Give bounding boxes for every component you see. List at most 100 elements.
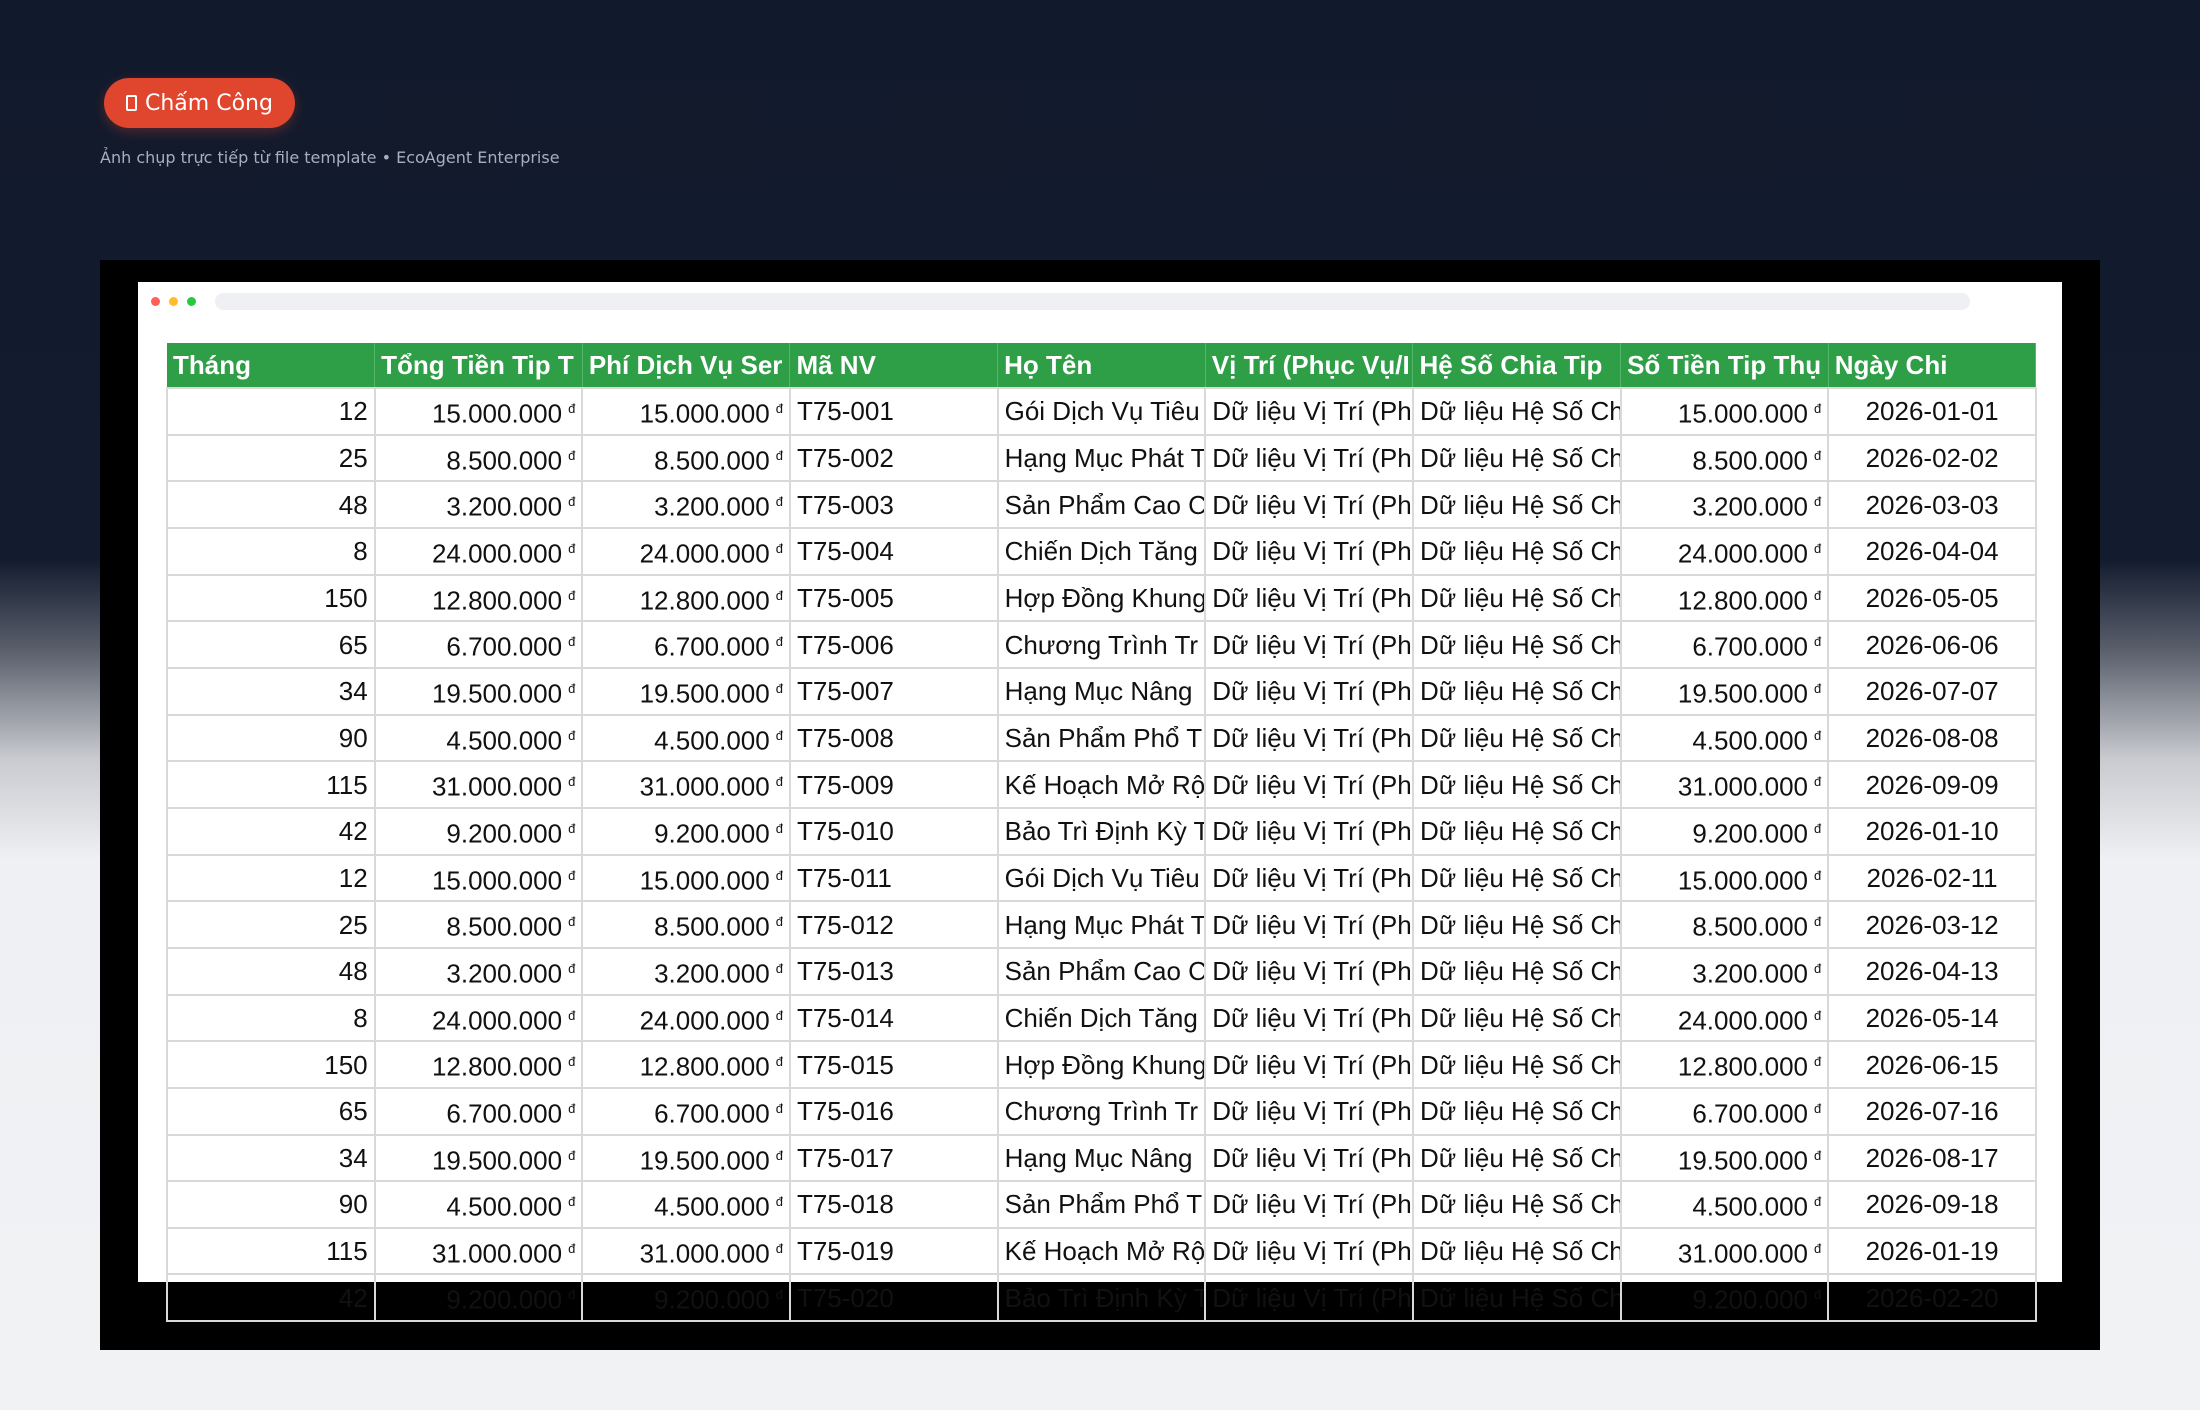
cell-vi-tri[interactable]: Dữ liệu Vị Trí (Ph <box>1204 666 1414 716</box>
cell-ngay-chi[interactable]: 2026-09-09 <box>1827 760 2037 809</box>
cell-thang[interactable]: 25 <box>166 433 376 483</box>
cell-ho-ten[interactable]: Hạng Mục Nâng <box>996 1133 1207 1183</box>
cell-vi-tri[interactable]: Dữ liệu Vị Trí (Ph <box>1204 526 1414 576</box>
cell-ma-nv[interactable]: T75-008 <box>788 713 999 763</box>
cell-he-so[interactable]: Dữ liệu Hệ Số Ch <box>1411 620 1622 669</box>
cell-ngay-chi[interactable]: 2026-05-05 <box>1827 573 2037 623</box>
cell-ngay-chi[interactable]: 2026-04-13 <box>1827 946 2037 996</box>
cell-vi-tri[interactable]: Dữ liệu Vị Trí (Ph <box>1204 993 1414 1043</box>
cell-thang[interactable]: 150 <box>166 573 376 623</box>
cell-so-tien[interactable]: 15.000.000 đ <box>1619 853 1830 903</box>
cell-ngay-chi[interactable]: 2026-07-16 <box>1827 1086 2037 1136</box>
cell-ngay-chi[interactable]: 2026-01-10 <box>1827 806 2037 856</box>
cell-so-tien[interactable]: 9.200.000 đ <box>1619 1273 1830 1323</box>
cell-ngay-chi[interactable]: 2026-05-14 <box>1827 993 2037 1043</box>
col-header-ho-ten[interactable]: Họ Tên <box>997 343 1206 388</box>
cell-ngay-chi[interactable]: 2026-06-06 <box>1827 620 2037 669</box>
col-header-vi-tri[interactable]: Vị Trí (Phục Vụ/I <box>1205 343 1414 388</box>
cell-ho-ten[interactable]: Chương Trình Tr <box>996 620 1207 669</box>
cell-ho-ten[interactable]: Sản Phẩm Cao C <box>996 480 1207 529</box>
cell-ma-nv[interactable]: T75-020 <box>788 1273 999 1323</box>
cell-ho-ten[interactable]: Kế Hoạch Mở Rộ <box>996 760 1207 809</box>
cell-so-tien[interactable]: 12.800.000 đ <box>1619 573 1830 623</box>
col-header-thang[interactable]: Tháng <box>167 343 376 388</box>
cell-he-so[interactable]: Dữ liệu Hệ Số Ch <box>1411 806 1622 856</box>
cell-ho-ten[interactable]: Hợp Đồng Khung <box>996 573 1207 623</box>
cell-phi-dich-vu[interactable]: 6.700.000 đ <box>581 1086 791 1136</box>
cell-ma-nv[interactable]: T75-017 <box>788 1133 999 1183</box>
cell-ma-nv[interactable]: T75-003 <box>788 480 999 529</box>
cell-phi-dich-vu[interactable]: 3.200.000 đ <box>581 946 791 996</box>
cell-tong-tien-tip[interactable]: 24.000.000 đ <box>373 993 584 1043</box>
cell-ma-nv[interactable]: T75-013 <box>788 946 999 996</box>
cell-vi-tri[interactable]: Dữ liệu Vị Trí (Ph <box>1204 1226 1414 1276</box>
cell-so-tien[interactable]: 6.700.000 đ <box>1619 1086 1830 1136</box>
cell-so-tien[interactable]: 4.500.000 đ <box>1619 1180 1830 1229</box>
col-header-ma-nv[interactable]: Mã NV <box>789 343 999 388</box>
cell-so-tien[interactable]: 4.500.000 đ <box>1619 713 1830 763</box>
cell-vi-tri[interactable]: Dữ liệu Vị Trí (Ph <box>1204 946 1414 996</box>
cell-so-tien[interactable]: 9.200.000 đ <box>1619 806 1830 856</box>
cell-thang[interactable]: 48 <box>166 946 376 996</box>
cell-phi-dich-vu[interactable]: 12.800.000 đ <box>581 573 791 623</box>
cell-thang[interactable]: 8 <box>166 526 376 576</box>
cell-thang[interactable]: 90 <box>166 1180 376 1229</box>
cell-phi-dich-vu[interactable]: 4.500.000 đ <box>581 1180 791 1229</box>
cell-phi-dich-vu[interactable]: 31.000.000 đ <box>581 760 791 809</box>
cell-ho-ten[interactable]: Kế Hoạch Mở Rộ <box>996 1226 1207 1276</box>
cell-tong-tien-tip[interactable]: 4.500.000 đ <box>373 1180 584 1229</box>
cell-tong-tien-tip[interactable]: 6.700.000 đ <box>373 620 584 669</box>
cell-he-so[interactable]: Dữ liệu Hệ Số Ch <box>1411 713 1622 763</box>
cell-so-tien[interactable]: 3.200.000 đ <box>1619 480 1830 529</box>
cell-so-tien[interactable]: 6.700.000 đ <box>1619 620 1830 669</box>
col-header-phi-dich-vu[interactable]: Phí Dịch Vụ Ser <box>582 343 791 388</box>
cell-he-so[interactable]: Dữ liệu Hệ Số Ch <box>1411 993 1622 1043</box>
cell-tong-tien-tip[interactable]: 24.000.000 đ <box>373 526 584 576</box>
cell-he-so[interactable]: Dữ liệu Hệ Số Ch <box>1411 480 1622 529</box>
cell-phi-dich-vu[interactable]: 15.000.000 đ <box>581 853 791 903</box>
cell-he-so[interactable]: Dữ liệu Hệ Số Ch <box>1411 1180 1622 1229</box>
cell-he-so[interactable]: Dữ liệu Hệ Số Ch <box>1411 760 1622 809</box>
cell-tong-tien-tip[interactable]: 4.500.000 đ <box>373 713 584 763</box>
cell-he-so[interactable]: Dữ liệu Hệ Số Ch <box>1411 573 1622 623</box>
cell-ho-ten[interactable]: Sản Phẩm Phổ T <box>996 713 1207 763</box>
cell-thang[interactable]: 48 <box>166 480 376 529</box>
cell-so-tien[interactable]: 3.200.000 đ <box>1619 946 1830 996</box>
col-header-ngay-chi[interactable]: Ngày Chi <box>1828 343 2037 388</box>
cell-tong-tien-tip[interactable]: 19.500.000 đ <box>373 1133 584 1183</box>
cell-ngay-chi[interactable]: 2026-07-07 <box>1827 666 2037 716</box>
cell-vi-tri[interactable]: Dữ liệu Vị Trí (Ph <box>1204 853 1414 903</box>
cell-ngay-chi[interactable]: 2026-02-20 <box>1827 1273 2037 1323</box>
cell-ho-ten[interactable]: Hợp Đồng Khung <box>996 1040 1207 1089</box>
cell-phi-dich-vu[interactable]: 24.000.000 đ <box>581 993 791 1043</box>
cell-vi-tri[interactable]: Dữ liệu Vị Trí (Ph <box>1204 480 1414 529</box>
col-header-tong-tien-tip[interactable]: Tổng Tiền Tip T <box>374 343 583 388</box>
cell-tong-tien-tip[interactable]: 31.000.000 đ <box>373 760 584 809</box>
cell-ngay-chi[interactable]: 2026-08-17 <box>1827 1133 2037 1183</box>
module-badge[interactable]: Chấm Công <box>104 78 295 128</box>
cell-ngay-chi[interactable]: 2026-08-08 <box>1827 713 2037 763</box>
cell-ngay-chi[interactable]: 2026-01-01 <box>1827 387 2037 436</box>
cell-ho-ten[interactable]: Bảo Trì Định Kỳ T <box>996 806 1207 856</box>
cell-vi-tri[interactable]: Dữ liệu Vị Trí (Ph <box>1204 387 1414 436</box>
cell-he-so[interactable]: Dữ liệu Hệ Số Ch <box>1411 1040 1622 1089</box>
cell-ngay-chi[interactable]: 2026-06-15 <box>1827 1040 2037 1089</box>
cell-so-tien[interactable]: 8.500.000 đ <box>1619 433 1830 483</box>
cell-ma-nv[interactable]: T75-002 <box>788 433 999 483</box>
cell-he-so[interactable]: Dữ liệu Hệ Số Ch <box>1411 900 1622 949</box>
cell-vi-tri[interactable]: Dữ liệu Vị Trí (Ph <box>1204 573 1414 623</box>
col-header-so-tien[interactable]: Số Tiền Tip Thụ <box>1620 343 1829 388</box>
cell-ma-nv[interactable]: T75-015 <box>788 1040 999 1089</box>
cell-ma-nv[interactable]: T75-006 <box>788 620 999 669</box>
cell-vi-tri[interactable]: Dữ liệu Vị Trí (Ph <box>1204 1273 1414 1323</box>
cell-ma-nv[interactable]: T75-011 <box>788 853 999 903</box>
cell-tong-tien-tip[interactable]: 8.500.000 đ <box>373 433 584 483</box>
cell-thang[interactable]: 12 <box>166 853 376 903</box>
col-header-he-so[interactable]: Hệ Số Chia Tip <box>1412 343 1622 388</box>
cell-so-tien[interactable]: 24.000.000 đ <box>1619 993 1830 1043</box>
cell-ngay-chi[interactable]: 2026-03-03 <box>1827 480 2037 529</box>
cell-he-so[interactable]: Dữ liệu Hệ Số Ch <box>1411 1226 1622 1276</box>
cell-tong-tien-tip[interactable]: 9.200.000 đ <box>373 806 584 856</box>
cell-thang[interactable]: 8 <box>166 993 376 1043</box>
cell-vi-tri[interactable]: Dữ liệu Vị Trí (Ph <box>1204 1133 1414 1183</box>
